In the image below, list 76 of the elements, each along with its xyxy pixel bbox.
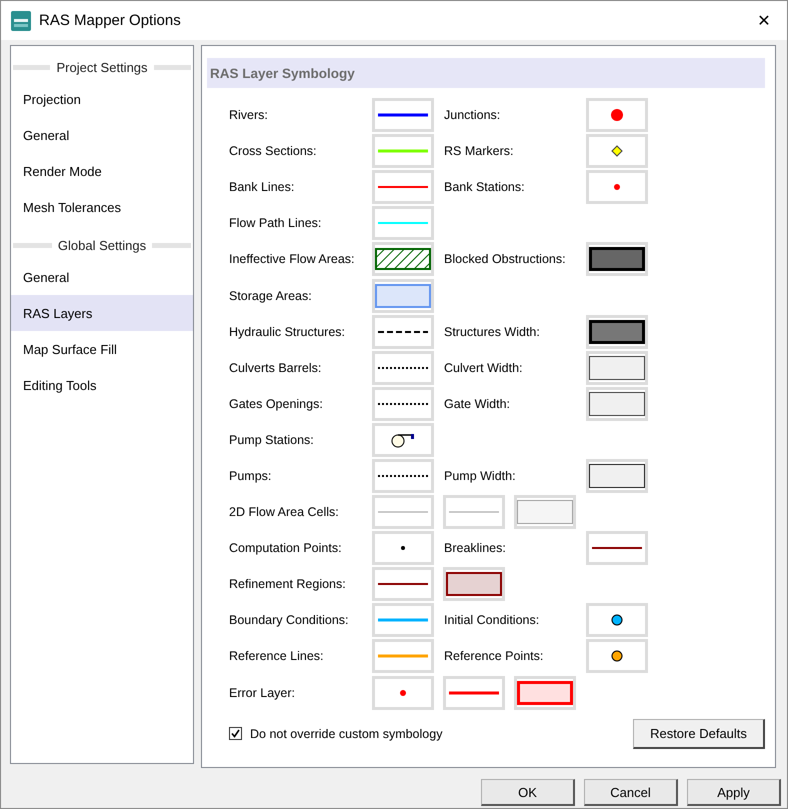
point-swatch[interactable] xyxy=(372,676,434,710)
fill-swatch[interactable] xyxy=(586,458,648,493)
app-icon xyxy=(11,10,31,30)
layer-label: Structures Width: xyxy=(444,324,541,339)
fill-swatch[interactable] xyxy=(586,386,648,421)
check-icon xyxy=(231,729,240,738)
checkbox-label: Do not override custom symbology xyxy=(250,726,444,741)
fill-swatch[interactable] xyxy=(586,242,648,276)
layer-label: Ineffective Flow Areas: xyxy=(229,252,356,266)
dialog-button[interactable]: Apply xyxy=(687,779,781,806)
fill-swatch[interactable] xyxy=(514,676,576,710)
pump-swatch[interactable] xyxy=(372,422,434,457)
line-swatch[interactable] xyxy=(372,603,434,638)
layer-label: Cross Sections: xyxy=(229,144,318,158)
layer-label: Boundary Conditions: xyxy=(229,613,350,628)
layer-label: Storage Areas: xyxy=(229,288,313,303)
pump-icon xyxy=(390,432,416,448)
line-swatch[interactable] xyxy=(372,98,434,132)
layer-label: Pump Width: xyxy=(444,468,517,483)
layer-label: Gates Openings: xyxy=(229,396,324,411)
dialog-button[interactable]: OK xyxy=(481,779,575,806)
layer-label: 2D Flow Area Cells: xyxy=(229,505,340,520)
layer-label: Bank Stations: xyxy=(444,180,526,194)
point-swatch[interactable] xyxy=(586,134,648,168)
point-swatch[interactable] xyxy=(586,170,648,204)
layer-label: Culvert Width: xyxy=(444,360,524,375)
line-swatch[interactable] xyxy=(586,531,648,566)
line-swatch[interactable] xyxy=(372,458,434,493)
layer-label: Hydraulic Structures: xyxy=(229,324,346,339)
point-swatch[interactable] xyxy=(372,531,434,566)
section-title: Project Settings xyxy=(56,60,148,74)
layer-label: Junctions: xyxy=(444,108,502,122)
point-swatch[interactable] xyxy=(586,603,648,638)
layer-label: Bank Lines: xyxy=(229,180,296,194)
layer-label: RS Markers: xyxy=(444,144,514,158)
layer-label: Error Layer: xyxy=(229,686,296,700)
layer-label: Blocked Obstructions: xyxy=(444,252,567,266)
window-title: RAS Mapper Options xyxy=(39,12,182,29)
sidebar-item[interactable]: RAS Layers xyxy=(11,295,193,331)
line-swatch[interactable] xyxy=(372,639,434,674)
fill-swatch[interactable] xyxy=(372,278,434,313)
line-swatch[interactable] xyxy=(372,350,434,385)
layer-label: Pumps: xyxy=(229,468,272,483)
layer-label: Computation Points: xyxy=(229,541,343,556)
fill-swatch[interactable] xyxy=(586,350,648,385)
line-swatch[interactable] xyxy=(443,495,505,530)
layer-label: Gate Width: xyxy=(444,396,511,411)
line-swatch[interactable] xyxy=(372,134,434,168)
hatch-swatch[interactable] xyxy=(372,242,434,276)
layer-label: Rivers: xyxy=(229,108,269,122)
dialog-button[interactable]: Cancel xyxy=(584,779,678,806)
close-button[interactable]: ✕ xyxy=(741,1,787,40)
point-swatch[interactable] xyxy=(586,98,648,132)
line-swatch[interactable] xyxy=(372,314,434,349)
fill-swatch[interactable] xyxy=(443,567,505,602)
checkbox[interactable] xyxy=(229,727,242,740)
fill-swatch[interactable] xyxy=(586,314,648,349)
layer-label: Refinement Regions: xyxy=(229,577,347,592)
line-swatch[interactable] xyxy=(372,206,434,240)
layer-label: Reference Lines: xyxy=(229,649,325,664)
line-swatch[interactable] xyxy=(372,170,434,204)
line-swatch[interactable] xyxy=(372,386,434,421)
point-swatch[interactable] xyxy=(586,639,648,674)
layer-label: Culverts Barrels: xyxy=(229,360,322,375)
line-swatch[interactable] xyxy=(372,495,434,530)
section-title: Global Settings xyxy=(58,238,146,252)
layer-label: Initial Conditions: xyxy=(444,613,540,628)
layer-label: Breaklines: xyxy=(444,541,507,556)
line-swatch[interactable] xyxy=(443,676,505,710)
layer-label: Pump Stations: xyxy=(229,432,315,447)
line-swatch[interactable] xyxy=(372,567,434,602)
layer-label: Flow Path Lines: xyxy=(229,216,322,230)
restore-defaults-button[interactable]: Restore Defaults xyxy=(633,718,765,749)
layer-label: Reference Points: xyxy=(444,649,544,664)
panel-title: RAS Layer Symbology xyxy=(207,58,765,88)
fill-swatch[interactable] xyxy=(514,495,576,530)
